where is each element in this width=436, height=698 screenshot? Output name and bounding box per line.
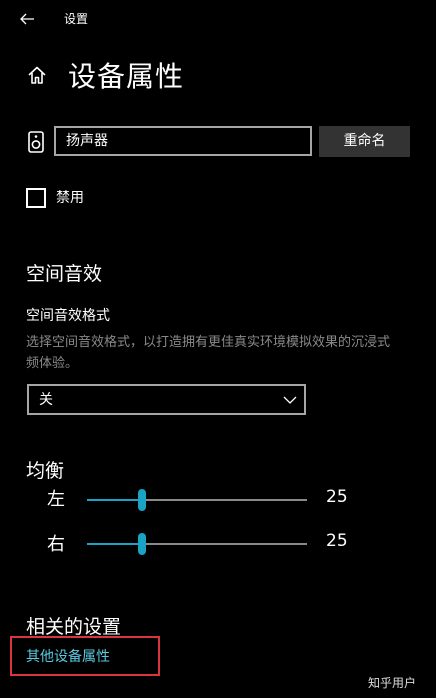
page-title: 设备属性 [68,60,185,93]
left-balance-slider[interactable] [87,489,307,511]
slider-fill [87,499,142,501]
description-line-2: 频体验。 [26,356,79,371]
disable-checkbox[interactable] [26,188,46,208]
chevron-down-icon [283,396,297,404]
home-icon[interactable] [26,64,48,86]
spatial-format-dropdown[interactable]: 关 [27,384,306,415]
left-balance-value: 25 [326,487,348,507]
back-arrow-icon[interactable] [14,6,40,32]
other-device-properties-link[interactable]: 其他设备属性 [26,646,110,666]
right-channel-label: 右 [47,534,65,555]
spatial-format-description: 选择空间音效格式，以打造拥有更佳真实环境模拟效果的沉浸式 频体验。 [26,332,436,374]
left-channel-label: 左 [47,489,65,510]
spatial-format-label: 空间音效格式 [26,308,110,324]
slider-fill [87,543,142,545]
disable-checkbox-label: 禁用 [56,190,84,206]
spatial-format-selected-value: 关 [39,392,53,408]
related-settings-heading: 相关的设置 [26,616,122,638]
balance-heading: 均衡 [26,460,65,482]
description-line-1: 选择空间音效格式，以打造拥有更佳真实环境模拟效果的沉浸式 [26,335,391,350]
rename-button[interactable]: 重命名 [319,126,410,157]
watermark: 知乎用户 [368,676,417,690]
window-title: 设置 [64,12,89,26]
spatial-sound-heading: 空间音效 [26,263,103,285]
speaker-icon [28,131,44,153]
right-balance-slider[interactable] [87,533,307,555]
slider-thumb[interactable] [138,533,146,555]
device-name-input[interactable]: 扬声器 [54,126,312,156]
right-balance-value: 25 [326,531,348,551]
slider-thumb[interactable] [138,489,146,511]
